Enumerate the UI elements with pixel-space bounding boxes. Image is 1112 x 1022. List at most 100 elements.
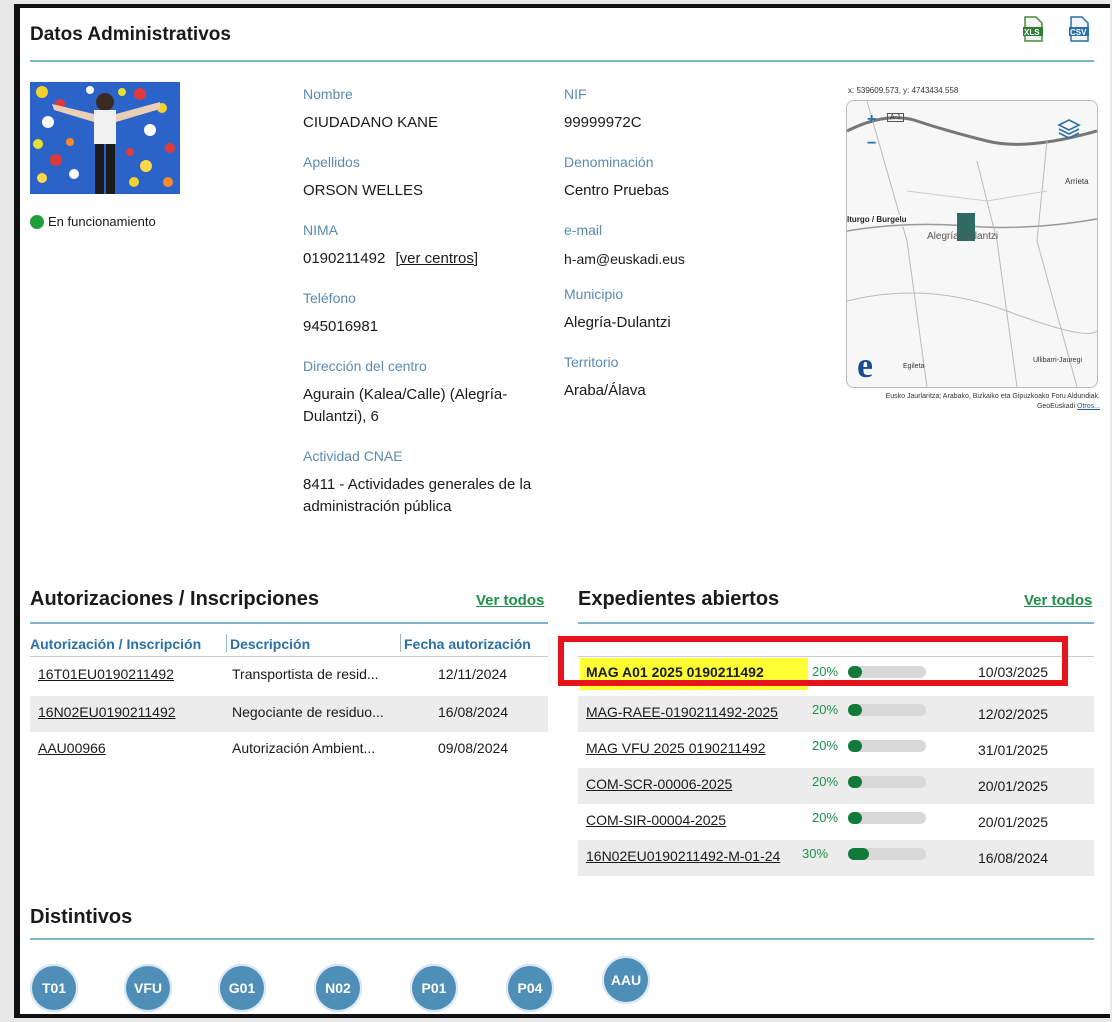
expediente-progress-3	[848, 740, 926, 752]
nif-label: NIF	[564, 86, 587, 102]
nombre-value: CIUDADANO KANE	[303, 114, 439, 131]
svg-text:e: e	[857, 347, 873, 381]
col-header-fecha[interactable]: Fecha autorización	[404, 636, 531, 652]
email-value: h-am@euskadi.eus	[564, 251, 685, 267]
map-attribution: Eusko Jaurlaritza; Arabako, Bizkaiko eta…	[858, 392, 1100, 412]
expediente-pct-4: 20%	[812, 774, 839, 789]
expediente-progress-fill	[848, 848, 870, 860]
autorizaciones-ver-todos-link[interactable]: Ver todos	[476, 592, 544, 609]
expedientes-title: Expedientes abiertos	[578, 588, 780, 610]
telefono-value: 945016981	[303, 318, 379, 335]
denominacion-label: Denominación	[564, 154, 654, 170]
apellidos-label: Apellidos	[303, 154, 360, 170]
expediente-progress-fill	[848, 740, 863, 752]
expediente-pct-6: 30%	[802, 846, 829, 861]
euskadi-logo-icon: e	[855, 345, 889, 386]
expediente-link-5[interactable]: COM-SIR-00004-2025	[586, 812, 726, 828]
map-coordinates: x: 539609.573, y: 4743434.558	[848, 86, 959, 95]
email-label: e-mail	[564, 222, 603, 238]
municipio-value: Alegría-Dulantzi	[564, 314, 671, 331]
csv-export-icon[interactable]: CSV	[1068, 16, 1090, 42]
col-header-descripcion[interactable]: Descripción	[230, 636, 310, 652]
denominacion-value: Centro Pruebas	[564, 182, 670, 199]
table-header-rule	[30, 656, 548, 657]
expediente-fecha-2: 12/02/2025	[978, 706, 1049, 722]
map-place-alegria: Alegría-Dulantzi	[927, 231, 999, 242]
autorizacion-link-2[interactable]: 16N02EU0190211492	[38, 704, 176, 720]
direccion-value: Agurain (Kalea/Calle) (Alegría-Dulantzi)…	[303, 386, 508, 425]
location-map[interactable]: + − A-1 Arrieta Iturgo / Burgelu Alegría…	[846, 100, 1098, 388]
autorizaciones-title: Autorizaciones / Inscripciones	[30, 588, 319, 610]
nima-label: NIMA	[303, 222, 338, 238]
distintivos-title: Distintivos	[30, 906, 133, 928]
autorizacion-fecha-2: 16/08/2024	[438, 704, 509, 720]
expediente-progress-2	[848, 704, 926, 716]
expediente-pct-2: 20%	[812, 702, 839, 717]
csv-label: CSV	[1070, 28, 1087, 37]
telefono-label: Teléfono	[303, 290, 356, 306]
ver-centros-link[interactable]: [ver centros]	[395, 250, 478, 267]
xls-label: XLS	[1024, 28, 1040, 37]
expediente-progress-5	[848, 812, 926, 824]
autorizacion-fecha-1: 12/11/2024	[438, 666, 508, 682]
apellidos-value: ORSON WELLES	[303, 182, 424, 199]
map-road-label: A-1	[887, 113, 904, 122]
nombre-label: Nombre	[303, 86, 353, 102]
nif-value: 99999972C	[564, 114, 642, 131]
nima-value: 0190211492 [ver centros]	[303, 248, 478, 270]
nima-number: 0190211492	[303, 250, 386, 267]
expedientes-divider	[578, 622, 1094, 624]
status-dot-icon	[30, 215, 44, 229]
map-attribution-text: Eusko Jaurlaritza; Arabako, Bizkaiko eta…	[885, 393, 1100, 410]
col-separator	[226, 634, 227, 652]
layers-icon[interactable]	[1057, 117, 1081, 146]
direccion-label: Dirección del centro	[303, 358, 427, 374]
col-separator	[400, 634, 401, 652]
distintivo-badge[interactable]: N02	[314, 964, 362, 1012]
main-panel: Datos Administrativos XLS CSV En funcion…	[14, 4, 1110, 1018]
zoom-out-button[interactable]: −	[867, 135, 876, 153]
expediente-pct-3: 20%	[812, 738, 839, 753]
header-divider	[30, 60, 1094, 62]
distintivos-divider	[30, 938, 1094, 940]
zoom-in-button[interactable]: +	[867, 111, 876, 129]
autorizaciones-divider	[30, 622, 548, 624]
expediente-progress-fill	[848, 776, 863, 788]
expedientes-ver-todos-link[interactable]: Ver todos	[1024, 592, 1092, 609]
expediente-link-2[interactable]: MAG-RAEE-0190211492-2025	[586, 704, 778, 720]
distintivo-badge[interactable]: VFU	[124, 964, 172, 1012]
status-text: En funcionamiento	[48, 214, 156, 229]
map-place-ullibarri: Ullibarri-Jauregi	[1033, 357, 1083, 364]
expediente-progress-fill	[848, 704, 863, 716]
autorizacion-desc-3: Autorización Ambient...	[232, 740, 376, 756]
cnae-value: 8411 - Actividades generales de la admin…	[303, 476, 532, 515]
map-place-iturgo: Iturgo / Burgelu	[847, 215, 907, 224]
expediente-link-4[interactable]: COM-SCR-00006-2025	[586, 776, 732, 792]
territorio-value: Araba/Álava	[564, 382, 646, 399]
distintivo-badge[interactable]: AAU	[602, 956, 650, 1004]
municipio-label: Municipio	[564, 286, 624, 302]
expediente-pct-5: 20%	[812, 810, 839, 825]
distintivo-badge[interactable]: G01	[218, 964, 266, 1012]
distintivo-badge[interactable]: T01	[30, 964, 78, 1012]
expediente-link-3[interactable]: MAG VFU 2025 0190211492	[586, 740, 766, 756]
autorizacion-link-3[interactable]: AAU00966	[38, 740, 106, 756]
annotation-red-box	[558, 636, 1068, 686]
expediente-progress-4	[848, 776, 926, 788]
col-header-autorizacion[interactable]: Autorización / Inscripción	[30, 636, 201, 652]
autorizacion-desc-2: Negociante de residuo...	[232, 704, 384, 720]
map-place-egileta: Egileta	[903, 363, 925, 370]
center-photo	[30, 82, 180, 194]
expediente-fecha-5: 20/01/2025	[978, 814, 1049, 830]
expediente-link-6[interactable]: 16N02EU0190211492-M-01-24	[586, 848, 780, 864]
expediente-fecha-4: 20/01/2025	[978, 778, 1049, 794]
distintivo-badge[interactable]: P04	[506, 964, 554, 1012]
xls-export-icon[interactable]: XLS	[1022, 16, 1044, 42]
map-place-arrieta: Arrieta	[1065, 177, 1089, 186]
cnae-label: Actividad CNAE	[303, 448, 403, 464]
expediente-fecha-3: 31/01/2025	[978, 742, 1049, 758]
map-attribution-link[interactable]: Otros...	[1077, 403, 1100, 410]
autorizacion-link-1[interactable]: 16T01EU0190211492	[38, 666, 174, 682]
distintivo-badge[interactable]: P01	[410, 964, 458, 1012]
autorizacion-fecha-3: 09/08/2024	[438, 740, 509, 756]
